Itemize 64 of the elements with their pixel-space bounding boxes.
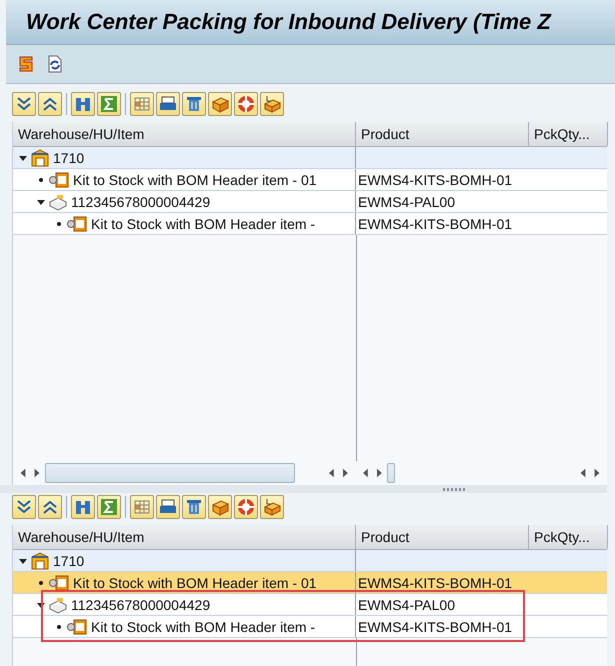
tree-node-label: Kit to Stock with BOM Header item -: [91, 618, 316, 634]
column-header[interactable]: PckQty...: [529, 525, 608, 549]
trash-icon[interactable]: [182, 495, 206, 519]
splitter-handle[interactable]: [442, 488, 464, 490]
product-cell: EWMS4-PAL00: [358, 194, 455, 210]
product-cell: EWMS4-KITS-BOMH-01: [358, 172, 512, 188]
collapse-all-icon[interactable]: [38, 495, 62, 519]
sum-icon[interactable]: [97, 92, 121, 116]
box-icon[interactable]: [208, 495, 232, 519]
product-cell: EWMS4-KITS-BOMH-01: [358, 216, 512, 232]
tree-node-label: Kit to Stock with BOM Header item - 01: [73, 574, 317, 590]
building-icon: [30, 552, 50, 570]
tree-node-label: 112345678000004429: [71, 596, 210, 612]
scrollbar-thumb[interactable]: [45, 463, 295, 483]
tree-row[interactable]: 112345678000004429 EWMS4-PAL00: [13, 191, 607, 213]
column-header[interactable]: Warehouse/HU/Item: [13, 122, 356, 146]
box-icon[interactable]: [208, 92, 232, 116]
sum-icon[interactable]: [97, 495, 121, 519]
column-header[interactable]: Product: [356, 122, 529, 146]
tree-node-label: 1710: [53, 150, 84, 166]
printer-icon[interactable]: [156, 495, 180, 519]
bullet-icon: [37, 176, 45, 184]
tree-row[interactable]: Kit to Stock with BOM Header item - 01 EWMS4-KITS-BOMH-01: [13, 169, 607, 191]
product-cell: EWMS4-KITS-BOMH-01: [358, 574, 512, 590]
scrollbar-thumb[interactable]: [387, 463, 396, 483]
lifebuoy-icon[interactable]: [234, 92, 258, 116]
caret-icon[interactable]: [19, 154, 27, 162]
expand-all-icon[interactable]: [12, 495, 36, 519]
printer-icon[interactable]: [156, 92, 180, 116]
collapse-all-icon[interactable]: [38, 92, 62, 116]
caret-icon[interactable]: [37, 600, 45, 608]
product-icon: [66, 214, 88, 232]
bullet-icon: [37, 578, 45, 586]
tree-row[interactable]: Kit to Stock with BOM Header item - EWMS4-KITS-BOMH-01: [13, 616, 607, 638]
tree-node-label: 112345678000004429: [71, 194, 210, 210]
package-icon: [48, 596, 68, 614]
caret-icon[interactable]: [37, 198, 45, 206]
bullet-icon: [55, 220, 63, 228]
product-icon: [66, 618, 88, 636]
column-header[interactable]: Product: [356, 525, 529, 549]
tree-node-label: Kit to Stock with BOM Header item -: [91, 216, 316, 232]
package-icon: [48, 192, 68, 210]
product-cell: EWMS4-KITS-BOMH-01: [358, 618, 512, 634]
tree-row[interactable]: 1710: [13, 147, 607, 169]
product-icon: [48, 170, 70, 188]
bullet-icon: [55, 622, 63, 630]
column-header[interactable]: Warehouse/HU/Item: [13, 525, 356, 549]
grid-icon[interactable]: [130, 495, 154, 519]
tree-node-label: 1710: [53, 552, 84, 568]
grid-icon[interactable]: [130, 92, 154, 116]
product-icon: [48, 574, 70, 592]
column-header[interactable]: PckQty...: [529, 122, 608, 146]
product-cell: EWMS4-PAL00: [358, 596, 455, 612]
tree-row[interactable]: 1710: [13, 550, 607, 572]
trash-icon[interactable]: [182, 92, 206, 116]
tree-node-label: Kit to Stock with BOM Header item - 01: [73, 172, 317, 188]
selected-tree-row[interactable]: Kit to Stock with BOM Header item - 01 EWMS4-KITS-BOMH-01: [13, 572, 607, 594]
caret-icon[interactable]: [19, 556, 27, 564]
tree-row[interactable]: 112345678000004429 EWMS4-PAL00: [13, 594, 607, 616]
lifebuoy-icon[interactable]: [234, 495, 258, 519]
tree-row[interactable]: Kit to Stock with BOM Header item - EWMS4-KITS-BOMH-01: [13, 213, 607, 235]
building-icon: [30, 148, 50, 166]
expand-all-icon[interactable]: [12, 92, 36, 116]
window-title: Work Center Packing for Inbound Delivery (Time Z: [26, 9, 551, 35]
